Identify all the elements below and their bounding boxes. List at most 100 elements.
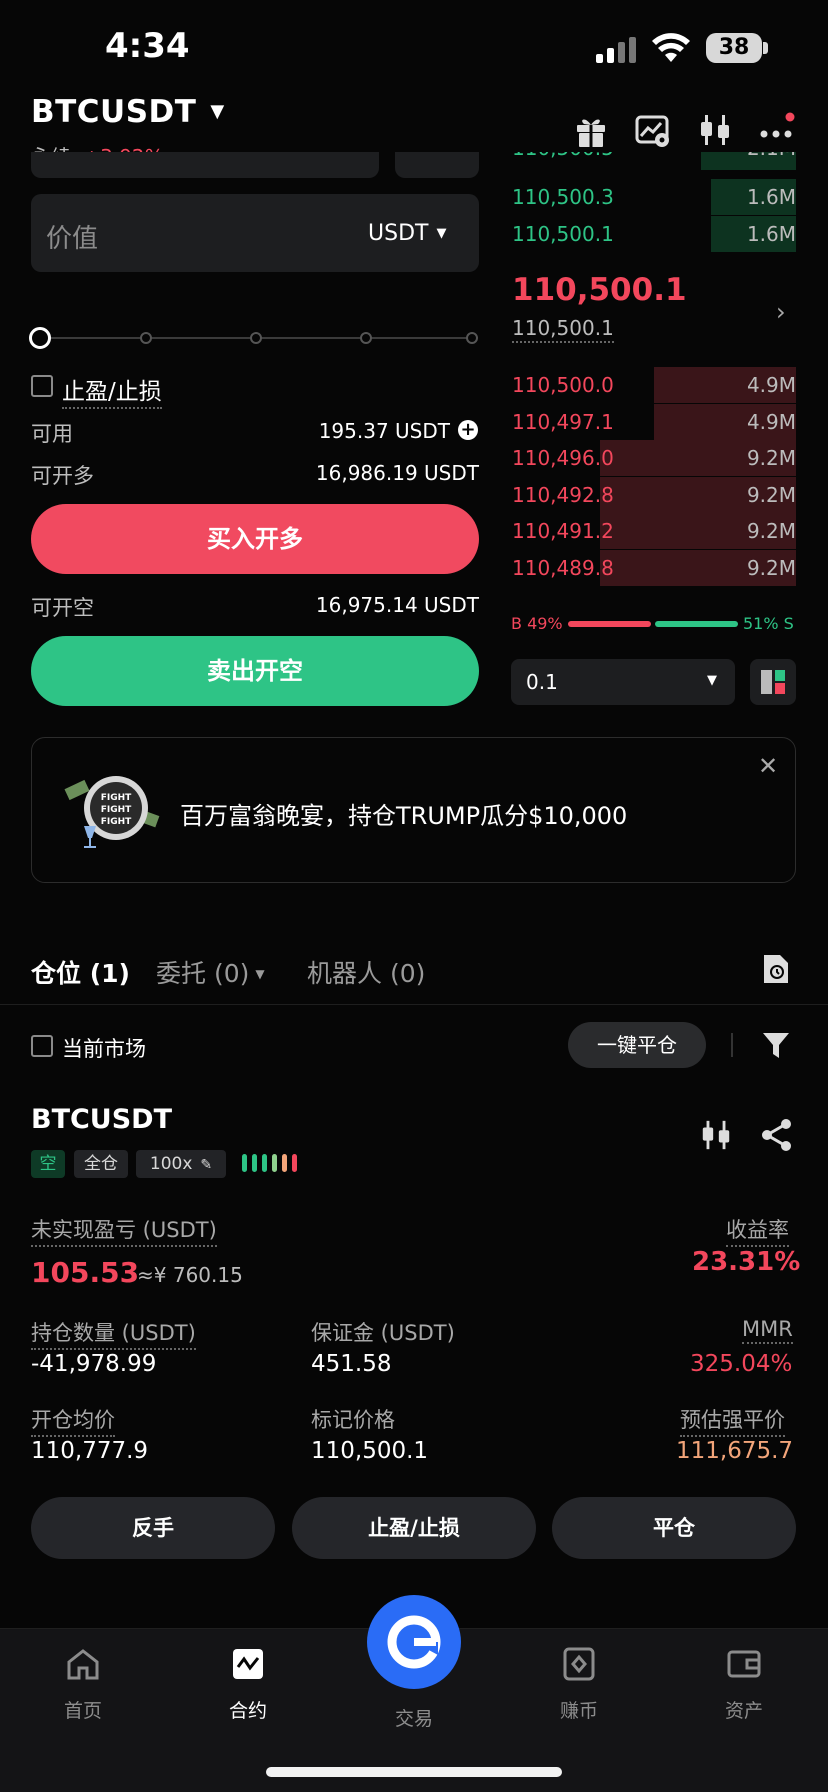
position-symbol[interactable]: BTCUSDT [31, 1104, 172, 1135]
nav-earn[interactable]: 赚币 [524, 1646, 634, 1723]
pnl-value: 105.53 [31, 1256, 140, 1289]
transfer-plus-icon[interactable]: + [458, 420, 478, 440]
home-indicator [266, 1767, 562, 1777]
chevron-down-icon: ▼ [436, 226, 447, 241]
trade-fab[interactable] [367, 1595, 461, 1689]
can-long-value: 16,986.19 USDT [315, 461, 479, 485]
signal-icon [596, 37, 638, 63]
slider-mark-25[interactable] [140, 332, 152, 344]
buy-ratio-bar [568, 621, 651, 627]
leverage-value: 100x [149, 1154, 193, 1174]
wifi-icon [652, 33, 690, 63]
orderbook-row[interactable]: 110,497.1 4.9M [512, 403, 796, 440]
tab-positions[interactable]: 仓位 (1) [31, 954, 130, 990]
history-icon[interactable] [762, 953, 790, 985]
orderbook-row[interactable]: 110,489.8 9.2M [512, 550, 796, 586]
orderbook-row[interactable]: 110,496.0 9.2M [512, 440, 796, 477]
leverage-tag[interactable]: 100x ✎ [136, 1150, 226, 1178]
nav-futures[interactable]: 合约 [193, 1646, 303, 1723]
value-label: 价值 [46, 224, 99, 254]
more-icon[interactable] [759, 112, 795, 148]
current-market-label[interactable]: 当前市场 [62, 1033, 146, 1063]
orderbook-price: 110,496.0 [512, 446, 614, 471]
battery-indicator: 38 [706, 33, 762, 63]
current-market-checkbox[interactable] [31, 1035, 53, 1057]
orderbook-row[interactable]: 110,491.2 9.2M [512, 513, 796, 550]
promo-logo: FIGHT FIGHT FIGHT [64, 768, 162, 852]
side-tag: 空 [31, 1150, 65, 1178]
orderbook-partial-row: 110,500.5 2.1M [512, 152, 796, 170]
liq-price-value: 111,675.7 [676, 1438, 794, 1464]
sell-ratio: 51% S [743, 614, 794, 633]
depth-selector[interactable]: 0.1 ▼ [511, 659, 735, 705]
candlestick-icon[interactable] [697, 112, 733, 148]
buy-long-button[interactable]: 买入开多 [31, 504, 479, 574]
tpsl-button[interactable]: 止盈/止损 [292, 1497, 536, 1559]
wallet-icon [689, 1646, 799, 1686]
margin-field-partial[interactable] [395, 152, 479, 178]
symbol-name: BTCUSDT [31, 94, 197, 130]
nav-home[interactable]: 首页 [28, 1646, 138, 1723]
liq-price-label: 预估强平价 [680, 1404, 785, 1437]
orderbook-price: 110,500.3 [512, 185, 614, 209]
orderbook-size: 9.2M [746, 482, 796, 507]
orderbook-size: 9.2M [746, 556, 796, 580]
entry-label: 开仓均价 [31, 1404, 115, 1437]
buy-ratio: B 49% [511, 614, 563, 633]
can-long-label: 可开多 [31, 464, 94, 488]
mmr-value: 325.04% [690, 1351, 793, 1377]
nav-assets[interactable]: 资产 [689, 1646, 799, 1723]
slider-mark-50[interactable] [250, 332, 262, 344]
tab-orders[interactable]: 委托 (0) ▼ [156, 954, 265, 990]
partial-price: 110,500.5 [512, 152, 614, 160]
filter-icon[interactable] [761, 1030, 791, 1060]
close-all-button[interactable]: 一键平仓 [568, 1022, 706, 1068]
amount-slider-handle[interactable] [29, 327, 51, 349]
close-icon[interactable]: ✕ [758, 752, 778, 780]
unit-selector[interactable]: USDT ▼ [368, 221, 446, 246]
tpsl-label[interactable]: 止盈/止损 [62, 372, 162, 409]
orderbook-size: 1.6M [746, 221, 796, 246]
last-price: 110,500.1 [512, 272, 687, 308]
unit-label: USDT [368, 221, 429, 246]
chevron-right-icon[interactable]: › [776, 298, 786, 326]
qty-label: 持仓数量 (USDT) [31, 1317, 196, 1350]
orderbook-row[interactable]: 110,500.3 1.6M [512, 179, 796, 215]
edit-icon: ✎ [200, 1157, 213, 1173]
reverse-button[interactable]: 反手 [31, 1497, 275, 1559]
svg-text:FIGHT: FIGHT [101, 817, 132, 827]
leverage-field-partial[interactable] [31, 152, 379, 178]
sell-ratio-bar [655, 621, 738, 627]
partial-size: 2.1M [747, 152, 796, 160]
qty-value: -41,978.99 [31, 1351, 157, 1377]
orderbook-price: 110,491.2 [512, 519, 614, 544]
nav-home-label: 首页 [63, 1700, 102, 1722]
orderbook-row[interactable]: 110,500.1 1.6M [512, 215, 796, 252]
nav-assets-label: 资产 [724, 1700, 763, 1722]
tpsl-checkbox[interactable] [31, 375, 53, 397]
candlestick-icon[interactable] [699, 1118, 733, 1152]
mark-price: 110,500.1 [512, 316, 614, 343]
orderbook-layout-icon[interactable] [750, 659, 796, 705]
chart-settings-icon[interactable] [635, 112, 671, 148]
share-icon[interactable] [760, 1118, 794, 1152]
slider-mark-75[interactable] [360, 332, 372, 344]
available-amount: 195.37 USDT [318, 419, 450, 443]
close-position-button[interactable]: 平仓 [552, 1497, 796, 1559]
slider-mark-100[interactable] [466, 332, 478, 344]
depth-value: 0.1 [526, 670, 558, 694]
tab-bots[interactable]: 机器人 (0) [307, 954, 425, 990]
symbol-selector[interactable]: BTCUSDT ▼ [31, 94, 225, 130]
orderbook-price: 110,497.1 [512, 409, 614, 434]
margin-mode-tag: 全仓 [74, 1150, 128, 1178]
orderbook-row[interactable]: 110,500.0 4.9M [512, 367, 796, 403]
can-short-value: 16,975.14 USDT [315, 593, 479, 617]
vertical-separator [731, 1033, 733, 1057]
margin-value: 451.58 [311, 1351, 392, 1377]
nav-trade[interactable]: 交易 [359, 1694, 469, 1731]
svg-text:FIGHT: FIGHT [101, 805, 132, 815]
tabs-divider [0, 1004, 828, 1005]
gift-icon[interactable] [573, 112, 609, 148]
orderbook-row[interactable]: 110,492.8 9.2M [512, 476, 796, 513]
sell-short-button[interactable]: 卖出开空 [31, 636, 479, 706]
